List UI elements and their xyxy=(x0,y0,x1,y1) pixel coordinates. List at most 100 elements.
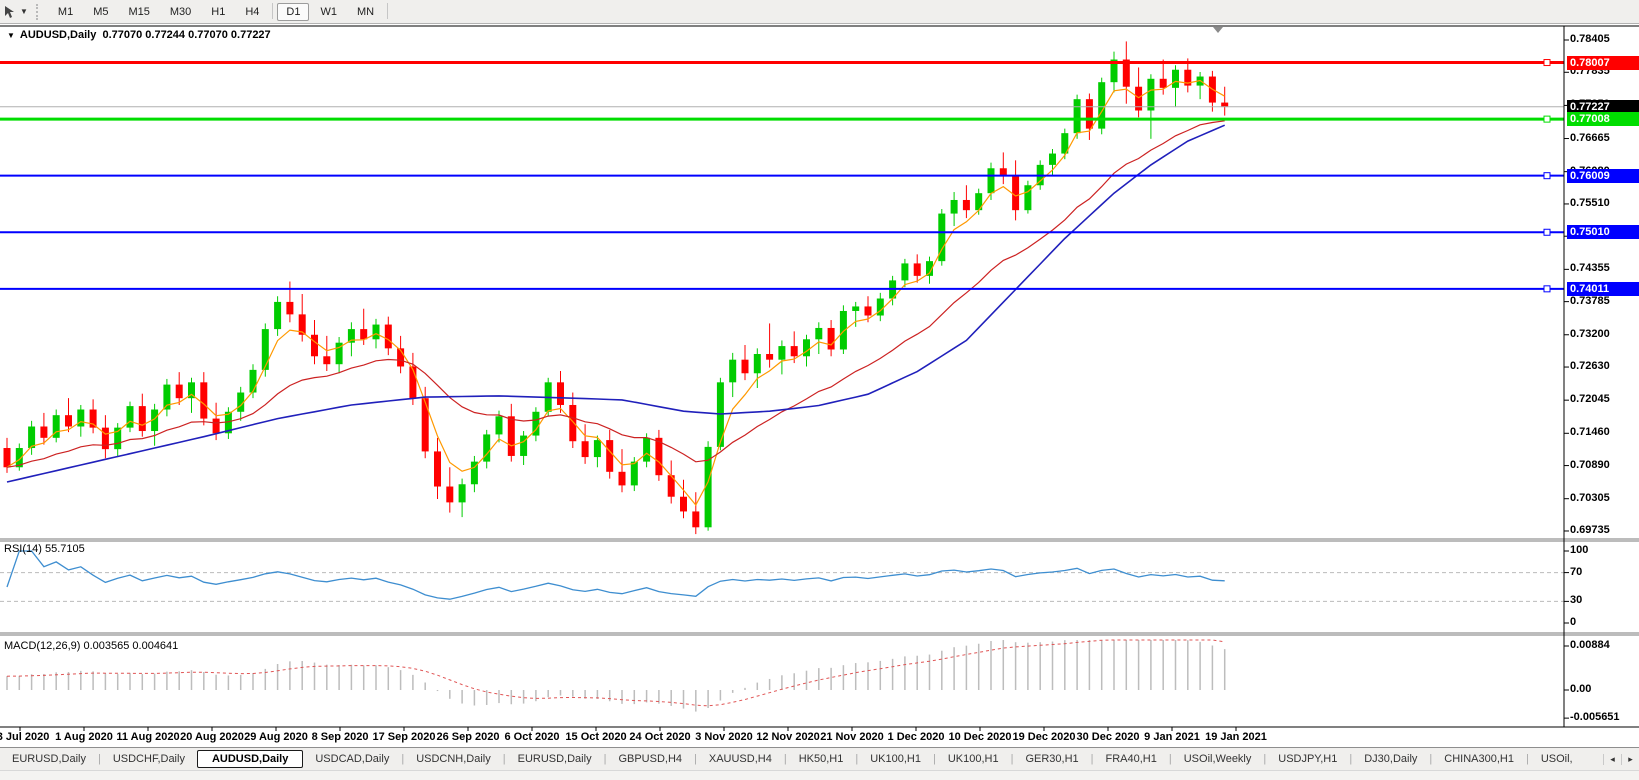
candle-bull xyxy=(1049,154,1056,165)
macd-histogram-bar xyxy=(289,661,291,690)
chart-tab-eurusd-daily[interactable]: EURUSD,Daily xyxy=(506,751,604,767)
macd-histogram-bar xyxy=(929,655,931,690)
chart-tab-xauusd-h4[interactable]: XAUUSD,H4 xyxy=(697,751,784,767)
macd-histogram-bar xyxy=(252,673,254,690)
macd-histogram-bar xyxy=(572,690,574,697)
macd-histogram-bar xyxy=(1039,642,1041,690)
macd-histogram-bar xyxy=(351,665,353,690)
chart-tab-usoil-weekly[interactable]: USOil,Weekly xyxy=(1172,751,1264,767)
price-chart-canvas[interactable] xyxy=(0,24,1639,747)
candle-bear xyxy=(606,440,613,472)
chart-tab-fra40-h1[interactable]: FRA40,H1 xyxy=(1094,751,1169,767)
timeframe-button-h1[interactable]: H1 xyxy=(202,3,234,21)
macd-histogram-bar xyxy=(707,690,709,708)
price-tick-label: 30 xyxy=(1570,594,1582,606)
ma-fast-line[interactable] xyxy=(7,81,1225,506)
macd-histogram-bar xyxy=(990,641,992,690)
timeframe-button-m15[interactable]: M15 xyxy=(119,3,158,21)
price-badge: 0.77008 xyxy=(1567,112,1639,126)
macd-histogram-bar xyxy=(1187,640,1189,690)
price-tick-label: 0.73200 xyxy=(1570,328,1610,340)
macd-histogram-bar xyxy=(437,690,439,691)
level-line-handle[interactable] xyxy=(1544,286,1550,292)
candle-bull xyxy=(815,328,822,339)
macd-histogram-bar xyxy=(1113,640,1115,690)
chart-tab-hk50-h1[interactable]: HK50,H1 xyxy=(787,751,856,767)
timeframe-button-m30[interactable]: M30 xyxy=(161,3,200,21)
candle-bull xyxy=(840,311,847,350)
timeframe-button-m5[interactable]: M5 xyxy=(84,3,117,21)
chart-tab-usdchf-daily[interactable]: USDCHF,Daily xyxy=(101,751,197,767)
chart-shift-marker[interactable] xyxy=(1213,27,1223,33)
price-tick-label: 0.72045 xyxy=(1570,393,1610,405)
chart-tab-usdcad-daily[interactable]: USDCAD,Daily xyxy=(303,751,401,767)
price-tick-label: 0.74355 xyxy=(1570,262,1610,274)
toolbar-drag-handle[interactable] xyxy=(36,4,42,20)
tab-scroll-right-icon[interactable]: ▸ xyxy=(1621,754,1639,765)
macd-histogram-bar xyxy=(966,646,968,690)
macd-histogram-bar xyxy=(830,668,832,690)
date-label: 19 Jan 2021 xyxy=(1205,731,1267,743)
tab-scroll-left-icon[interactable]: ◂ xyxy=(1603,754,1621,765)
chart-tab-china300-h1[interactable]: CHINA300,H1 xyxy=(1432,751,1526,767)
collapse-arrow-icon[interactable]: ▼ xyxy=(7,31,15,40)
macd-histogram-bar xyxy=(105,674,107,690)
timeframe-button-h4[interactable]: H4 xyxy=(236,3,268,21)
price-tick-label: 0.78405 xyxy=(1570,33,1610,45)
macd-indicator-label: MACD(12,26,9) 0.003565 0.004641 xyxy=(4,640,178,652)
macd-histogram-bar xyxy=(1052,642,1054,690)
timeframe-buttons: M1M5M15M30H1H4 D1W1MN xyxy=(48,3,391,21)
chart-tab-audusd-daily[interactable]: AUDUSD,Daily xyxy=(197,750,303,768)
date-label: 29 Aug 2020 xyxy=(244,731,308,743)
chart-tab-bar: EURUSD,Daily|USDCHF,DailyAUDUSD,DailyUSD… xyxy=(0,747,1639,770)
chart-tab-eurusd-daily[interactable]: EURUSD,Daily xyxy=(0,751,98,767)
crosshair-tool-icon[interactable] xyxy=(2,5,18,19)
chart-title-symbol: AUDUSD,Daily xyxy=(20,29,96,41)
timeframe-button-mn[interactable]: MN xyxy=(348,3,383,21)
date-label: 9 Jan 2021 xyxy=(1144,731,1200,743)
price-tick-label: 0.76665 xyxy=(1570,132,1610,144)
timeframe-button-w1[interactable]: W1 xyxy=(311,3,346,21)
price-tick-label: 0.75510 xyxy=(1570,197,1610,209)
price-tick-label: 0.72630 xyxy=(1570,360,1610,372)
date-label: 1 Aug 2020 xyxy=(55,731,113,743)
chart-tab-usdjpy-h1[interactable]: USDJPY,H1 xyxy=(1266,751,1349,767)
level-line-handle[interactable] xyxy=(1544,60,1550,66)
chart-tab-ger30-h1[interactable]: GER30,H1 xyxy=(1013,751,1090,767)
candle-bull xyxy=(643,438,650,462)
candle-bear xyxy=(102,428,109,450)
macd-histogram-bar xyxy=(1162,640,1164,690)
price-tick-label: 0 xyxy=(1570,616,1576,628)
date-label: 19 Dec 2020 xyxy=(1013,731,1076,743)
candle-bull xyxy=(262,329,269,370)
candle-bear xyxy=(1012,176,1019,210)
level-line-handle[interactable] xyxy=(1544,173,1550,179)
macd-histogram-bar xyxy=(880,661,882,690)
macd-histogram-bar xyxy=(621,690,623,704)
macd-histogram-bar xyxy=(892,659,894,690)
level-line-handle[interactable] xyxy=(1544,116,1550,122)
timeframe-button-m1[interactable]: M1 xyxy=(49,3,82,21)
chart-tab-dj30-daily[interactable]: DJ30,Daily xyxy=(1352,751,1429,767)
chart-tab-gbpusd-h4[interactable]: GBPUSD,H4 xyxy=(606,751,694,767)
price-badge: 0.74011 xyxy=(1567,282,1639,296)
macd-histogram-bar xyxy=(363,666,365,690)
macd-histogram-bar xyxy=(301,661,303,690)
chart-tab-usoil[interactable]: USOil, xyxy=(1529,751,1585,767)
tool-dropdown-arrow-icon[interactable]: ▼ xyxy=(20,7,28,16)
candle-bull xyxy=(852,306,859,311)
level-line-handle[interactable] xyxy=(1544,229,1550,235)
candle-bull xyxy=(250,370,257,393)
candle-bull xyxy=(127,406,134,428)
timeframe-button-d1[interactable]: D1 xyxy=(277,3,309,21)
candle-bear xyxy=(569,405,576,441)
macd-histogram-bar xyxy=(178,671,180,690)
candle-bear xyxy=(40,426,47,437)
chart-tab-uk100-h1[interactable]: UK100,H1 xyxy=(936,751,1011,767)
candle-bear xyxy=(766,354,773,360)
timeframe-toolbar: ▼ M1M5M15M30H1H4 D1W1MN xyxy=(0,0,1639,24)
candle-bear xyxy=(1221,103,1228,107)
chart-tab-uk100-h1[interactable]: UK100,H1 xyxy=(858,751,933,767)
macd-histogram-bar xyxy=(215,675,217,690)
chart-tab-usdcnh-daily[interactable]: USDCNH,Daily xyxy=(404,751,503,767)
